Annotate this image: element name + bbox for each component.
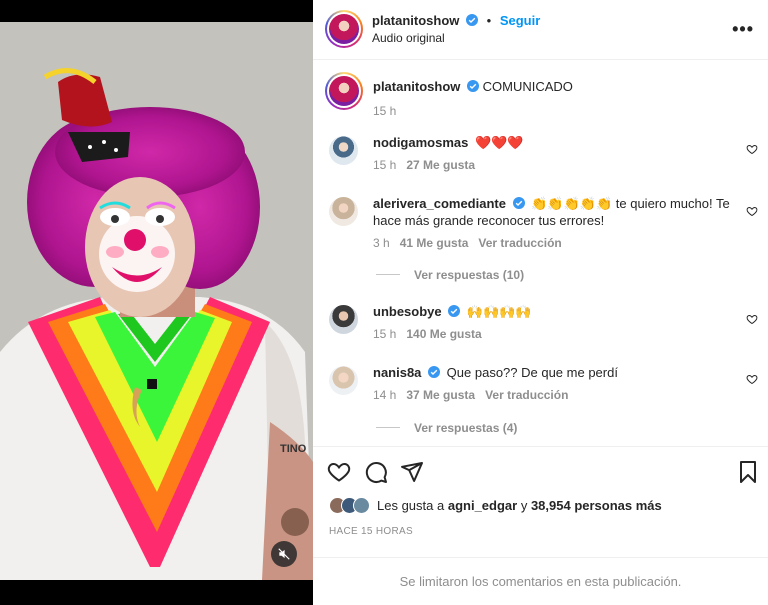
comment-username[interactable]: nodigamosmas — [373, 135, 468, 150]
like-heart-icon[interactable] — [327, 460, 351, 484]
like-comment-heart-icon[interactable] — [746, 143, 758, 155]
caption-avatar[interactable] — [325, 72, 363, 110]
replies-divider — [376, 274, 400, 275]
commenter-avatar[interactable] — [329, 197, 358, 226]
author-username[interactable]: platanitoshow — [372, 13, 459, 28]
like-comment-heart-icon[interactable] — [746, 205, 758, 217]
caption-time: 15 h — [373, 104, 397, 118]
post-media[interactable]: TINO — [0, 0, 313, 605]
comment-time: 3 h — [373, 236, 390, 250]
caption-username[interactable]: platanitoshow — [373, 79, 460, 94]
caption-text: COMUNICADO — [482, 79, 573, 94]
like-comment-heart-icon[interactable] — [746, 313, 758, 325]
comment-time: 15 h — [373, 158, 397, 172]
liker-avatar — [353, 497, 370, 514]
comment-bubble-icon[interactable] — [364, 460, 388, 484]
separator-dot: • — [486, 13, 492, 28]
comment-username[interactable]: nanis8a — [373, 365, 421, 380]
comment-text: 🙌🙌🙌🙌 — [466, 304, 532, 319]
verified-badge-icon — [448, 305, 461, 317]
more-options-button[interactable]: ••• — [732, 19, 754, 40]
view-replies-button[interactable]: Ver respuestas (10) — [376, 268, 524, 282]
share-paper-plane-icon[interactable] — [400, 460, 424, 484]
commenter-avatar[interactable] — [329, 366, 358, 395]
commenter-avatar[interactable] — [329, 305, 358, 334]
likes-summary[interactable]: Les gusta a agni_edgar y 38,954 personas… — [329, 497, 662, 514]
comments-limited-notice: Se limitaron los comentarios en esta pub… — [313, 557, 768, 605]
view-replies-button[interactable]: Ver respuestas (4) — [376, 421, 517, 435]
verified-badge-icon — [466, 14, 479, 26]
commenter-avatar[interactable] — [329, 136, 358, 165]
likes-count[interactable]: 38,954 personas más — [531, 498, 662, 513]
likes-mid: y — [520, 498, 528, 513]
save-bookmark-icon[interactable] — [736, 460, 760, 484]
audio-label[interactable]: Audio original — [372, 31, 445, 45]
notice-text: Se limitaron los comentarios en esta pub… — [399, 574, 682, 589]
author-avatar[interactable] — [325, 10, 363, 48]
translate-link[interactable]: Ver traducción — [478, 236, 561, 250]
post-details-panel: platanitoshow • Seguir Audio original ••… — [313, 0, 768, 605]
comment-likes[interactable]: 37 Me gusta — [406, 388, 475, 402]
clown-video-frame: TINO — [0, 22, 313, 580]
post-actions: Les gusta a agni_edgar y 38,954 personas… — [313, 446, 768, 558]
post-timestamp[interactable]: HACE 15 HORAS — [329, 526, 413, 537]
comment-username[interactable]: alerivera_comediante — [373, 196, 506, 211]
liker-username[interactable]: agni_edgar — [448, 498, 517, 513]
comment-time: 14 h — [373, 388, 397, 402]
verified-badge-icon — [428, 366, 441, 378]
replies-label: Ver respuestas (4) — [414, 421, 518, 435]
tattoo-text: TINO — [280, 443, 307, 455]
mute-button[interactable] — [271, 541, 297, 567]
translate-link[interactable]: Ver traducción — [485, 388, 568, 402]
speaker-muted-icon — [278, 548, 290, 560]
likes-prefix: Les gusta a — [377, 498, 445, 513]
comment-time: 15 h — [373, 327, 397, 341]
replies-label: Ver respuestas (10) — [414, 268, 525, 282]
video-player[interactable]: TINO — [0, 22, 313, 580]
comment-likes[interactable]: 41 Me gusta — [400, 236, 469, 250]
comment-text: ❤️❤️❤️ — [474, 135, 524, 150]
comment-likes[interactable]: 27 Me gusta — [406, 158, 475, 172]
like-comment-heart-icon[interactable] — [746, 373, 758, 385]
follow-button[interactable]: Seguir — [500, 13, 540, 28]
replies-divider — [376, 427, 400, 428]
verified-badge-icon — [467, 80, 480, 92]
comment-username[interactable]: unbesobye — [373, 304, 442, 319]
verified-badge-icon — [512, 197, 525, 209]
comment-likes[interactable]: 140 Me gusta — [406, 327, 481, 341]
post-header: platanitoshow • Seguir Audio original ••… — [313, 0, 768, 60]
comment-text: Que paso?? De que me perdí — [446, 365, 618, 380]
